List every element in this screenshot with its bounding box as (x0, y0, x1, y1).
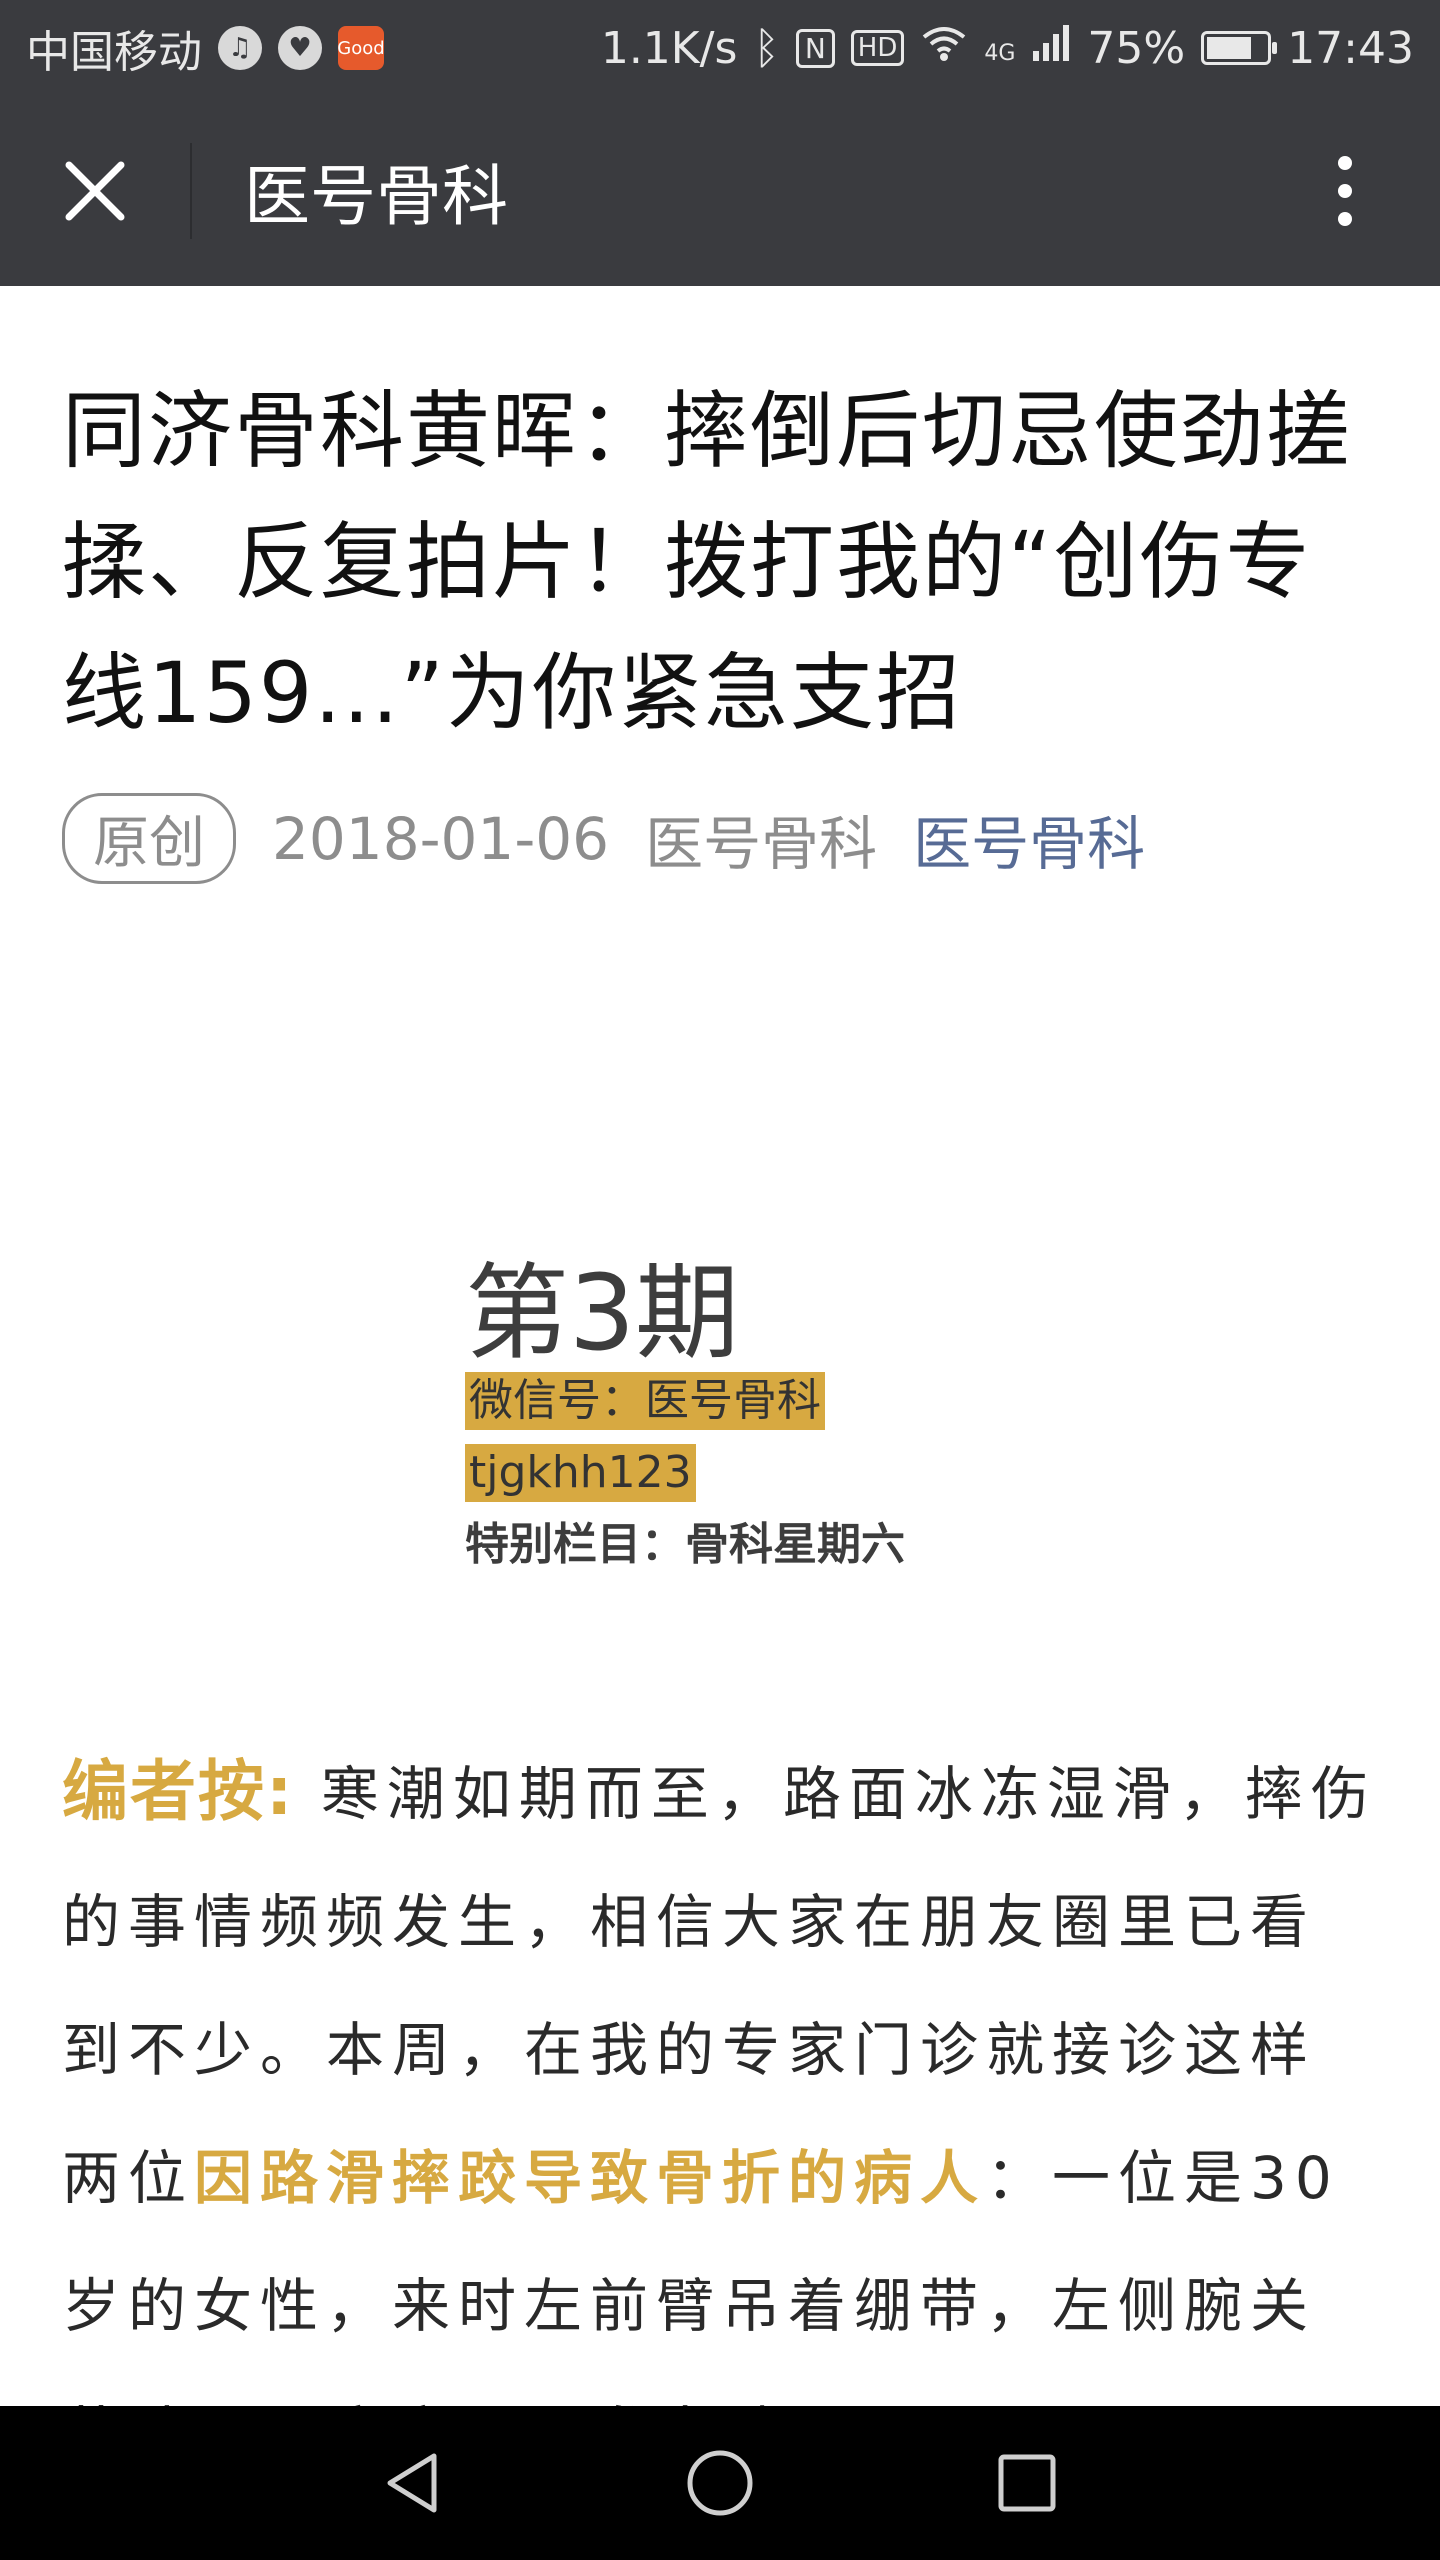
article-body: 编者按: 寒潮如期而至，路面冰冻湿滑，摔伤的事情频频发生，相信大家在朋友圈里已看… (62, 1728, 1380, 2498)
wechat-id: tjgkhh123 (465, 1444, 696, 1502)
battery-percent: 75% (1087, 22, 1186, 74)
more-dot (1338, 212, 1352, 226)
network-speed: 1.1K/s (600, 22, 738, 74)
page-title: 医号骨科 (244, 158, 508, 235)
close-icon (65, 161, 125, 221)
article-meta: 原创 2018-01-06 医号骨科 医号骨科 (62, 793, 1382, 884)
heart-icon: ♥ (278, 26, 322, 70)
carrier-name: 中国移动 (26, 27, 202, 78)
hd-icon: HD (850, 30, 905, 66)
article-title: 同济骨科黄晖：摔倒后切忌使劲搓揉、反复拍片！拨打我的“创伤专线159...”为你… (62, 382, 1353, 742)
more-vertical-icon (1338, 156, 1352, 170)
recents-button[interactable] (982, 2438, 1072, 2528)
more-options-button[interactable] (1290, 96, 1400, 286)
home-button[interactable] (675, 2438, 765, 2528)
battery-icon (1201, 31, 1278, 65)
wechat-line: 微信号：医号骨科 (465, 1372, 825, 1430)
navigation-bar (0, 2406, 1440, 2560)
signal-icon (1031, 23, 1071, 74)
audio-icon: ♫ (218, 26, 262, 70)
body-emphasis: 因路滑摔跤导致骨折的病人 (194, 2144, 987, 2212)
back-triangle-icon (387, 2453, 437, 2513)
title-bar: 医号骨科 (0, 96, 1440, 286)
author-name: 医号骨科 (645, 809, 878, 878)
editor-note-label: 编者按: (62, 1753, 295, 1830)
article-header: 同济骨科黄晖：摔倒后切忌使劲搓揉、反复拍片！拨打我的“创伤专线159...”为你… (62, 286, 1382, 884)
home-circle-icon (687, 2450, 753, 2516)
wifi-icon (920, 23, 968, 74)
special-column: 特别栏目：骨科星期六 (465, 1519, 905, 1570)
clock: 17:43 (1287, 22, 1414, 74)
publish-date: 2018-01-06 (272, 804, 610, 873)
status-bar: 中国移动 ♫ ♥ Good 1.1K/s ᛒ N HD 4G 75% 17:43 (0, 0, 1440, 96)
more-dot (1338, 184, 1352, 198)
network-type: 4G (984, 40, 1016, 66)
recents-square-icon (998, 2454, 1056, 2512)
account-link[interactable]: 医号骨科 (913, 797, 1145, 881)
status-right: 1.1K/s ᛒ N HD 4G 75% 17:43 (601, 23, 1414, 74)
issue-block: 第3期 微信号：医号骨科 tjgkhh123 特别栏目：骨科星期六 (465, 1258, 905, 1574)
original-badge: 原创 (62, 793, 236, 884)
back-button[interactable] (368, 2438, 458, 2528)
app-badge-icon: Good (337, 26, 385, 70)
issue-title: 第3期 (465, 1252, 740, 1374)
status-left: 中国移动 ♫ ♥ Good (26, 16, 385, 80)
close-button[interactable] (0, 96, 190, 286)
bluetooth-icon: ᛒ (753, 22, 780, 74)
title-divider (190, 143, 192, 239)
nfc-icon: N (795, 28, 835, 68)
